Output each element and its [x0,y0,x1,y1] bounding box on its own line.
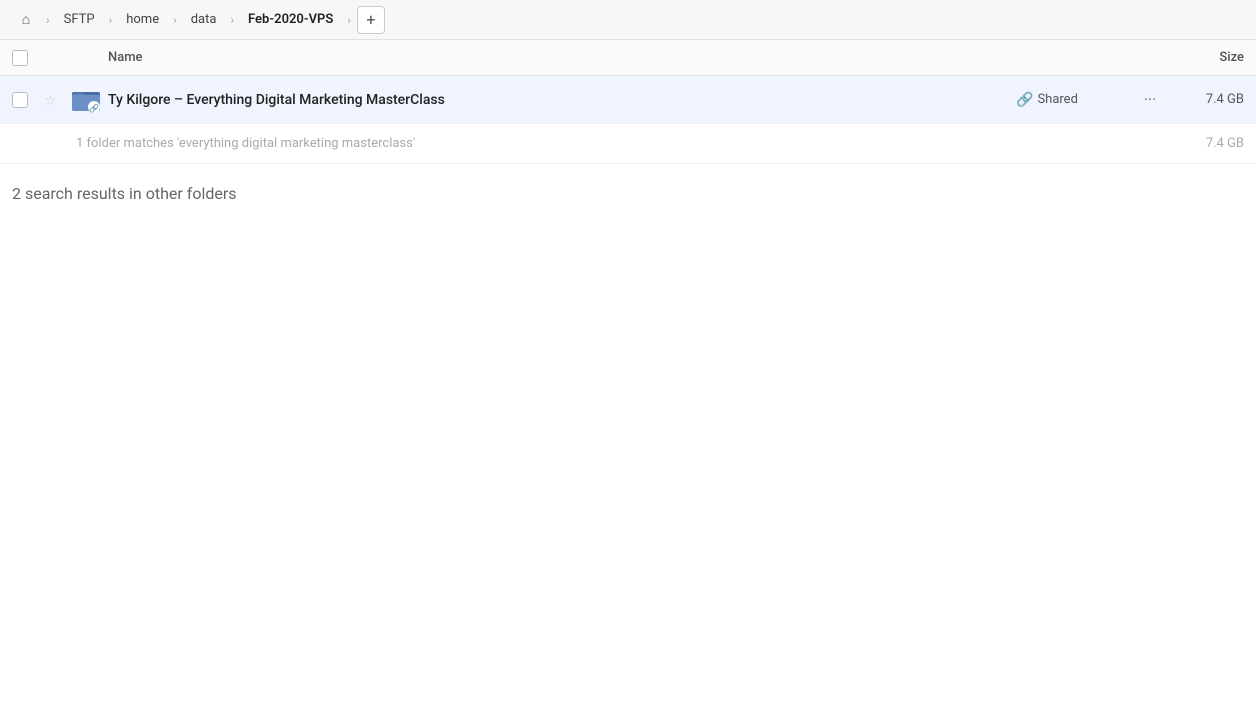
home-button[interactable]: ⌂ [12,6,40,34]
table-header: Name Size [0,40,1256,76]
sub-result-size: 7.4 GB [1164,136,1244,151]
folder-icon: 🔗 [72,87,102,113]
breadcrumb-home-dir[interactable]: home [118,8,167,31]
header-size-col: Size [1164,50,1244,65]
breadcrumb-sep-3: › [228,13,236,27]
home-icon: ⌂ [22,11,30,28]
svg-text:🔗: 🔗 [89,103,99,113]
row-checkbox-col [12,92,44,108]
breadcrumb-bar: ⌂ › SFTP › home › data › Feb-2020-VPS › … [0,0,1256,40]
header-name-col: Name [108,50,1164,65]
ellipsis-icon: ··· [1144,90,1157,109]
row-checkbox[interactable] [12,92,28,108]
breadcrumb-sep-1: › [107,13,115,27]
header-checkbox-col [12,50,44,66]
add-tab-button[interactable]: + [357,6,385,34]
file-row-ty-kilgore[interactable]: ☆ 🔗 Ty Kilgore – Everything Digital Mark… [0,76,1256,124]
other-folders-section: 2 search results in other folders [0,164,1256,215]
breadcrumb-feb-2020-vps[interactable]: Feb-2020-VPS [240,8,341,31]
select-all-checkbox[interactable] [12,50,28,66]
file-size: 7.4 GB [1164,92,1244,107]
breadcrumb-sep-0: › [44,13,52,27]
shared-label: 🔗 Shared [1016,92,1136,108]
file-name: Ty Kilgore – Everything Digital Marketin… [108,92,1016,108]
breadcrumb-sftp[interactable]: SFTP [56,8,103,31]
star-col: ☆ [44,90,72,109]
breadcrumb-data[interactable]: data [183,8,225,31]
sub-result-text: 1 folder matches 'everything digital mar… [76,136,1164,151]
more-options-button[interactable]: ··· [1136,86,1164,114]
sub-result-row: 1 folder matches 'everything digital mar… [0,124,1256,164]
star-icon[interactable]: ☆ [44,93,57,109]
link-icon: 🔗 [1016,92,1033,108]
breadcrumb-sep-4: › [345,13,353,27]
other-folders-title: 2 search results in other folders [12,184,1244,203]
breadcrumb-sep-2: › [171,13,179,27]
folder-icon-col: 🔗 [72,87,108,113]
